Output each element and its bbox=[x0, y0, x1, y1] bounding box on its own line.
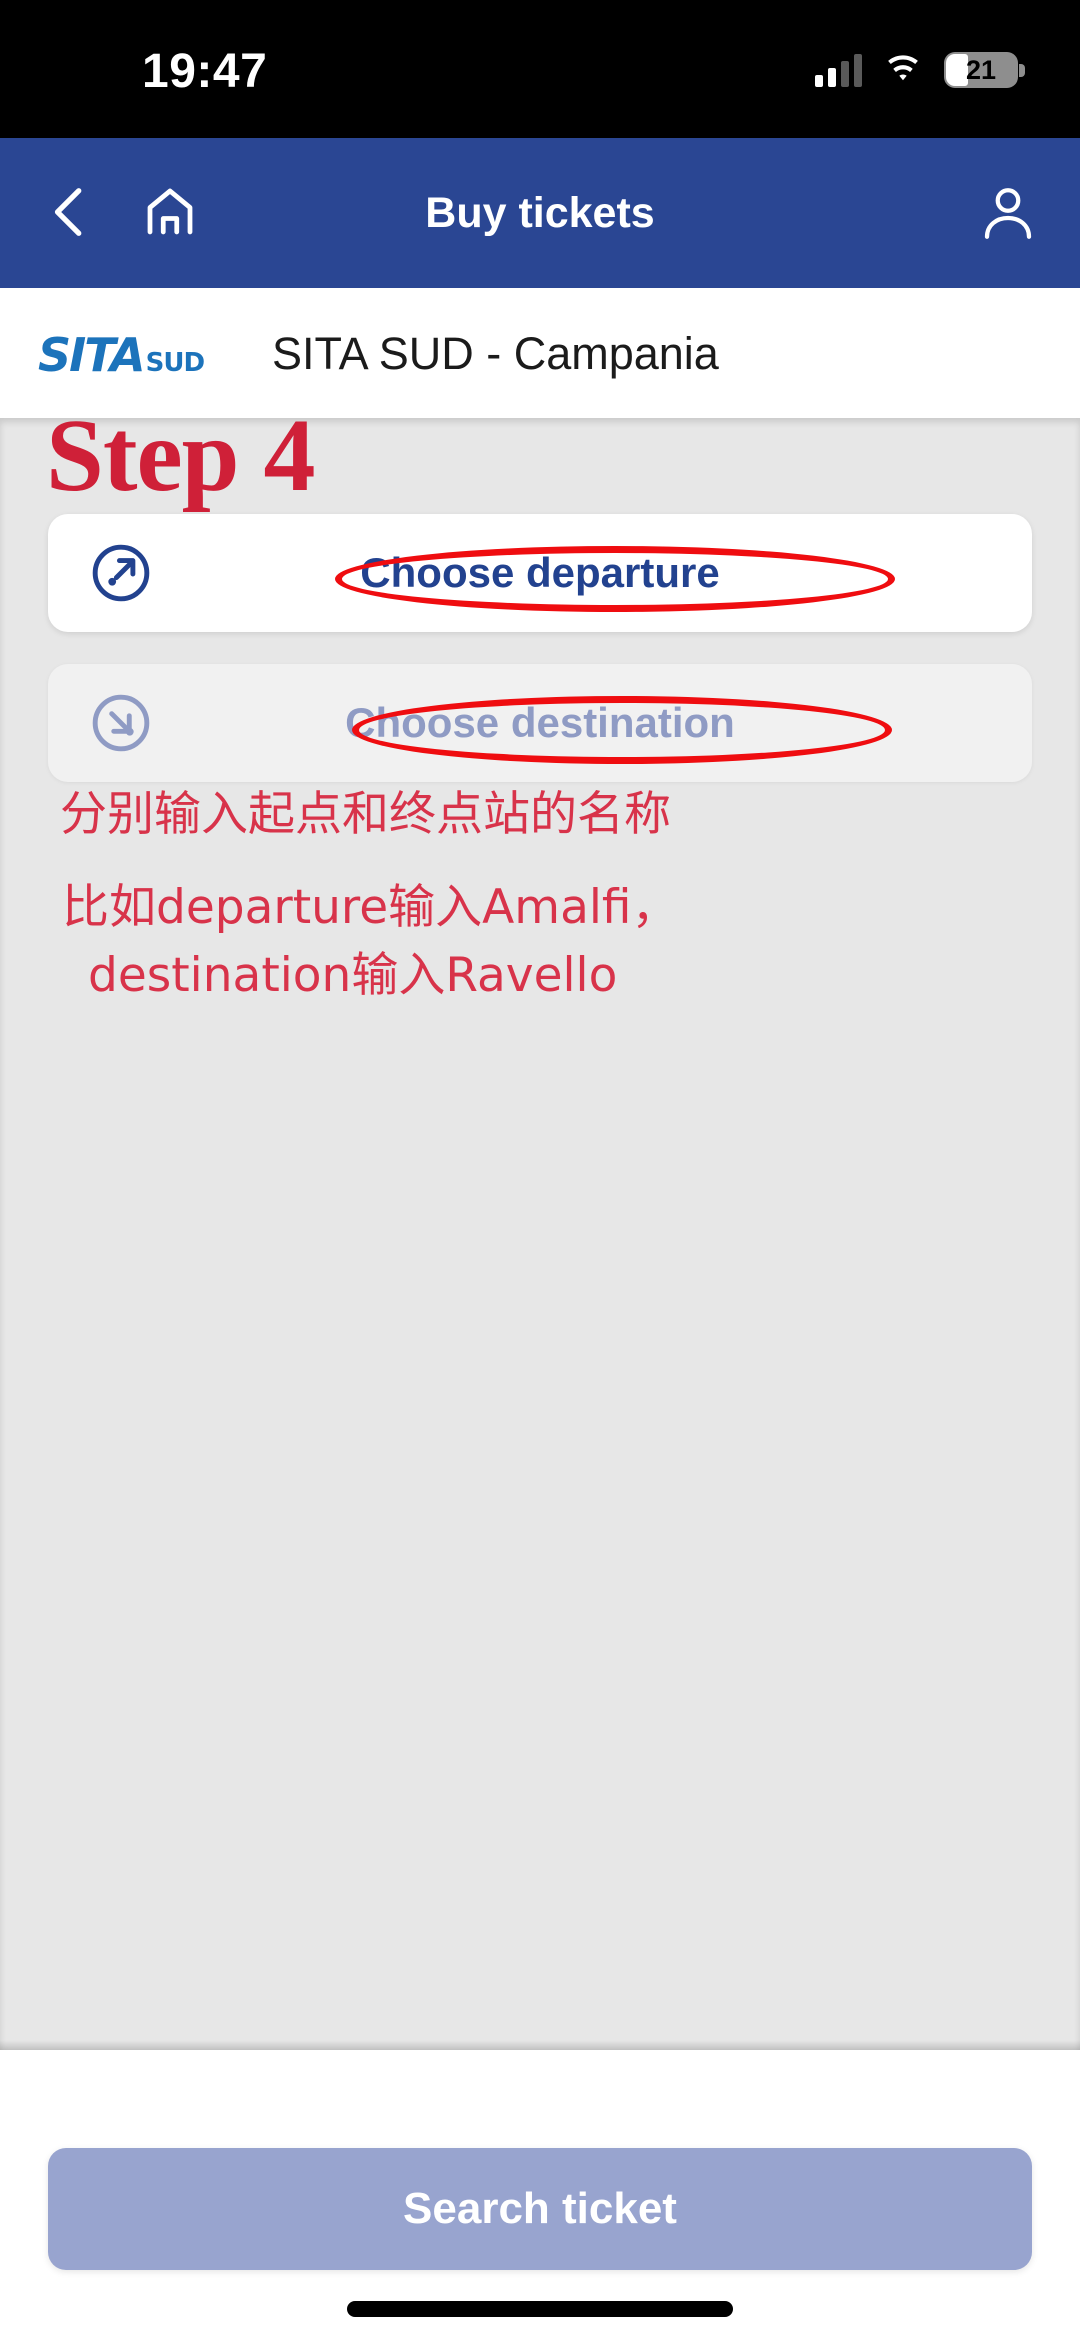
status-bar-time: 19:47 bbox=[142, 45, 268, 98]
footer-bar: Search ticket bbox=[0, 2050, 1080, 2341]
choose-departure-field[interactable]: Choose departure bbox=[48, 514, 1032, 632]
account-person-icon[interactable] bbox=[978, 182, 1038, 244]
annotation-note-line-2: 比如departure输入Amalfi， destination输入Ravell… bbox=[62, 874, 942, 1010]
choose-destination-label: Choose destination bbox=[345, 699, 735, 746]
sita-sud-logo: SITA SUD bbox=[38, 328, 205, 382]
status-bar-indicators: 21 bbox=[815, 52, 1025, 88]
annotation-note-line-2b: destination输入Ravello bbox=[88, 948, 618, 1004]
logo-text-sita: SITA bbox=[38, 328, 146, 382]
operator-name-label: SITA SUD - Campania bbox=[272, 328, 719, 379]
annotation-note-line-2a: 比如departure输入Amalfi， bbox=[62, 880, 679, 935]
arrow-down-right-circle-icon bbox=[92, 694, 150, 752]
home-indicator bbox=[347, 2301, 733, 2317]
arrow-up-right-circle-icon bbox=[92, 544, 150, 602]
search-ticket-button[interactable]: Search ticket bbox=[48, 2148, 1032, 2270]
annotation-step-label: Step 4 bbox=[46, 398, 315, 513]
cellular-signal-icon bbox=[815, 53, 862, 87]
choose-departure-label: Choose departure bbox=[360, 549, 720, 596]
content-scroll-area[interactable]: Choose departure Choose destination Step… bbox=[0, 398, 1080, 2050]
annotation-note-line-1: 分别输入起点和终点站的名称 bbox=[60, 787, 671, 842]
phone-screen: 19:47 21 Buy tickets SITA SUD SITA SUD -… bbox=[0, 0, 1080, 2341]
page-title: Buy tickets bbox=[425, 188, 655, 237]
logo-text-sud: SUD bbox=[145, 348, 205, 378]
choose-destination-field[interactable]: Choose destination bbox=[48, 664, 1032, 782]
status-bar: 19:47 21 bbox=[0, 0, 1080, 138]
battery-percent-label: 21 bbox=[965, 55, 997, 85]
battery-icon: 21 bbox=[944, 52, 1025, 88]
app-bar: Buy tickets bbox=[0, 138, 1080, 288]
wifi-icon bbox=[888, 55, 918, 81]
